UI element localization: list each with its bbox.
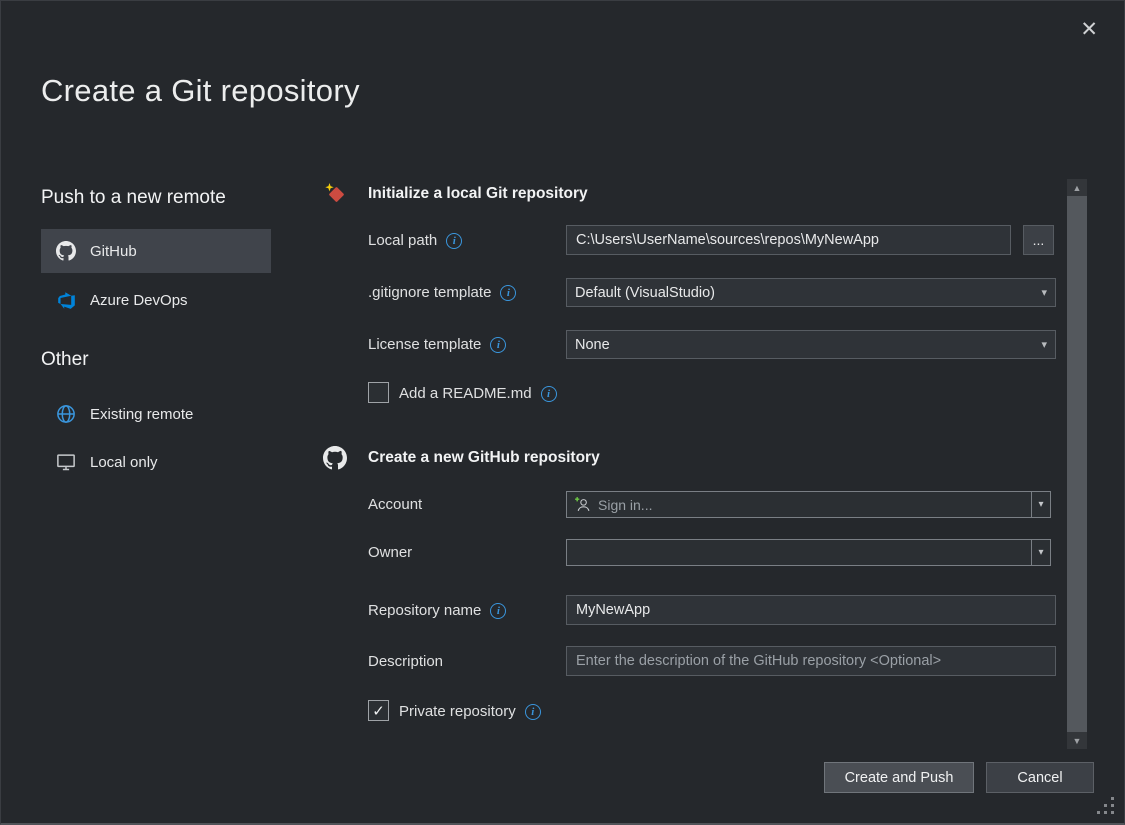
account-placeholder: Sign in...: [598, 497, 652, 513]
account-label-row: Account: [368, 496, 422, 513]
add-account-icon: [574, 496, 591, 513]
local-path-label-row: Local path i: [368, 232, 462, 249]
info-icon[interactable]: i: [446, 233, 462, 249]
info-icon[interactable]: i: [525, 704, 541, 720]
github-section-title: Create a new GitHub repository: [368, 449, 600, 467]
globe-icon: [55, 403, 77, 425]
azure-devops-icon: [55, 289, 77, 311]
local-path-input[interactable]: [566, 225, 1011, 255]
new-repo-icon: [323, 182, 347, 206]
local-repo-section-header: Initialize a local Git repository: [323, 182, 588, 206]
description-label: Description: [368, 653, 443, 670]
github-icon: [55, 240, 77, 262]
description-input[interactable]: [566, 646, 1056, 676]
readme-label-row: Add a README.md i: [399, 385, 557, 402]
readme-checkbox[interactable]: [368, 382, 389, 403]
private-repo-checkbox[interactable]: ✓: [368, 700, 389, 721]
gitignore-label: .gitignore template: [368, 284, 491, 301]
repo-name-input[interactable]: [566, 595, 1056, 625]
account-dropdown[interactable]: Sign in... ▾: [566, 491, 1051, 518]
github-section-header: Create a new GitHub repository: [323, 446, 600, 470]
private-repo-label-row: Private repository i: [399, 703, 541, 720]
local-path-label: Local path: [368, 232, 437, 249]
sidebar-item-label: Azure DevOps: [90, 292, 188, 309]
browse-button[interactable]: ...: [1023, 225, 1054, 255]
create-and-push-button[interactable]: Create and Push: [824, 762, 974, 793]
sidebar-item-label: Existing remote: [90, 406, 193, 423]
owner-label: Owner: [368, 544, 412, 561]
info-icon[interactable]: i: [490, 603, 506, 619]
private-repo-label: Private repository: [399, 703, 516, 720]
resize-grip[interactable]: [1111, 811, 1114, 814]
sidebar-item-local-only[interactable]: Local only: [41, 441, 271, 483]
license-label: License template: [368, 336, 481, 353]
gitignore-label-row: .gitignore template i: [368, 284, 516, 301]
description-label-row: Description: [368, 653, 443, 670]
repo-name-label-row: Repository name i: [368, 602, 506, 619]
sidebar-heading-other: Other: [41, 349, 89, 371]
gitignore-value: Default (VisualStudio): [575, 285, 1041, 301]
sidebar-item-github[interactable]: GitHub: [41, 229, 271, 273]
local-repo-section-title: Initialize a local Git repository: [368, 185, 588, 203]
sidebar-heading-push: Push to a new remote: [41, 187, 226, 209]
scroll-down-icon[interactable]: ▼: [1067, 732, 1087, 749]
sidebar-item-azure-devops[interactable]: Azure DevOps: [41, 278, 271, 322]
account-label: Account: [368, 496, 422, 513]
chevron-down-icon: ▾: [1041, 338, 1047, 351]
cancel-button[interactable]: Cancel: [986, 762, 1094, 793]
scrollbar[interactable]: ▲ ▼: [1067, 179, 1087, 749]
chevron-down-icon[interactable]: ▾: [1031, 540, 1050, 565]
create-git-repo-dialog: ✕ Create a Git repository Push to a new …: [0, 0, 1125, 825]
info-icon[interactable]: i: [490, 337, 506, 353]
sidebar-item-label: GitHub: [90, 243, 137, 260]
computer-icon: [55, 451, 77, 473]
sidebar-item-existing-remote[interactable]: Existing remote: [41, 393, 271, 435]
owner-dropdown[interactable]: ▾: [566, 539, 1051, 566]
chevron-down-icon: ▾: [1041, 286, 1047, 299]
github-icon: [323, 446, 347, 470]
chevron-down-icon[interactable]: ▾: [1031, 492, 1050, 517]
sidebar-item-label: Local only: [90, 454, 158, 471]
license-label-row: License template i: [368, 336, 506, 353]
repo-name-label: Repository name: [368, 602, 481, 619]
gitignore-dropdown[interactable]: Default (VisualStudio) ▾: [566, 278, 1056, 307]
scroll-up-icon[interactable]: ▲: [1067, 179, 1087, 196]
info-icon[interactable]: i: [500, 285, 516, 301]
info-icon[interactable]: i: [541, 386, 557, 402]
scrollbar-thumb[interactable]: [1067, 196, 1087, 732]
close-icon[interactable]: ✕: [1080, 17, 1098, 42]
dialog-title: Create a Git repository: [41, 73, 360, 109]
owner-label-row: Owner: [368, 544, 412, 561]
readme-label: Add a README.md: [399, 385, 532, 402]
license-value: None: [575, 337, 1041, 353]
license-dropdown[interactable]: None ▾: [566, 330, 1056, 359]
